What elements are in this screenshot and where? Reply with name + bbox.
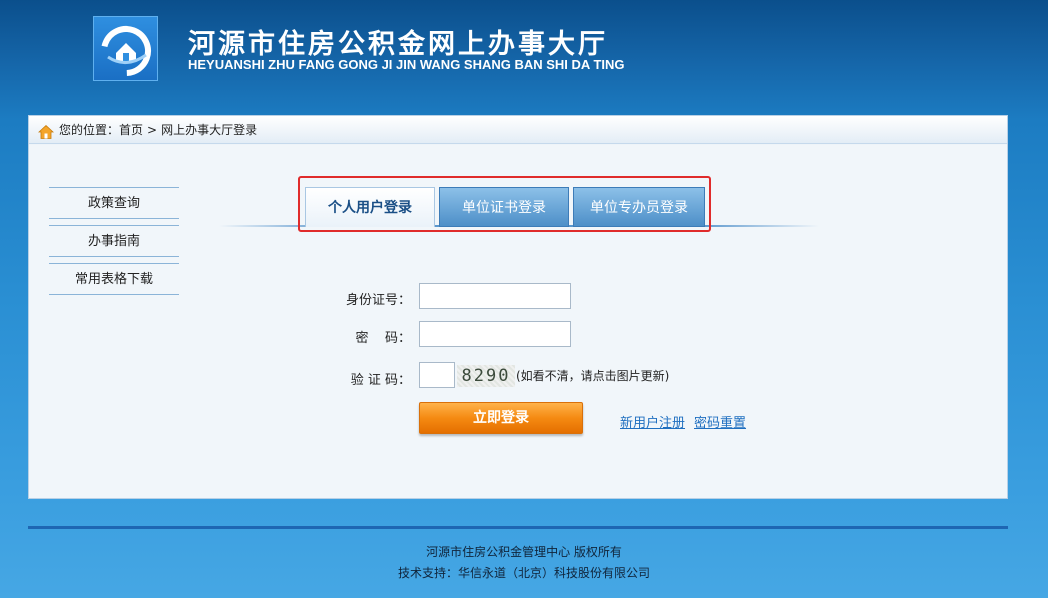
sidebar-item-forms-download[interactable]: 常用表格下载 [49, 263, 179, 295]
sidebar-item-policy[interactable]: 政策查询 [49, 187, 179, 219]
id-number-input[interactable] [419, 283, 571, 309]
breadcrumb: 您的位置： 首页 > 网上办事大厅登录 [29, 116, 1007, 144]
password-input[interactable] [419, 321, 571, 347]
tab-company-agent-login[interactable]: 单位专办员登录 [573, 187, 705, 227]
id-number-label: 身份证号： [345, 293, 411, 308]
breadcrumb-home-link[interactable]: 首页 [119, 116, 143, 144]
site-title-pinyin: HEYUANSHI ZHU FANG GONG JI JIN WANG SHAN… [188, 57, 625, 72]
housing-fund-logo-icon [93, 16, 158, 81]
footer-tech-support: 技术支持：华信永道（北京）科技股份有限公司 [397, 566, 650, 580]
main-panel: 您的位置： 首页 > 网上办事大厅登录 政策查询 办事指南 常用表格下载 个人用… [28, 115, 1008, 499]
breadcrumb-separator: > [147, 122, 158, 137]
site-title: 河源市住房公积金网上办事大厅 [188, 29, 608, 60]
breadcrumb-current: 网上办事大厅登录 [161, 122, 258, 137]
captcha-label: 验 证 码： [350, 373, 411, 388]
sidebar: 政策查询 办事指南 常用表格下载 [49, 187, 179, 301]
reset-password-link[interactable]: 密码重置 [694, 412, 746, 431]
captcha-input[interactable] [419, 362, 455, 388]
login-area: 政策查询 办事指南 常用表格下载 个人用户登录 单位证书登录 单位专办员登录 身… [29, 145, 1007, 498]
captcha-hint: (如看不清，请点击图片更新) [516, 369, 670, 383]
tab-company-cert-login[interactable]: 单位证书登录 [439, 187, 569, 227]
footer-copyright: 河源市住房公积金管理中心 版权所有 [426, 545, 622, 559]
page-header: 河源市住房公积金网上办事大厅 HEYUANSHI ZHU FANG GONG J… [0, 0, 1048, 110]
tab-personal-login[interactable]: 个人用户登录 [305, 187, 435, 227]
home-icon [37, 122, 55, 139]
login-button[interactable]: 立即登录 [419, 402, 583, 434]
breadcrumb-prefix: 您的位置： [59, 122, 120, 137]
register-link[interactable]: 新用户注册 [620, 412, 685, 431]
sidebar-item-guide[interactable]: 办事指南 [49, 225, 179, 257]
captcha-image[interactable]: 8290 [457, 365, 515, 387]
footer-divider [28, 526, 1008, 529]
password-label: 密 码： [355, 331, 411, 346]
